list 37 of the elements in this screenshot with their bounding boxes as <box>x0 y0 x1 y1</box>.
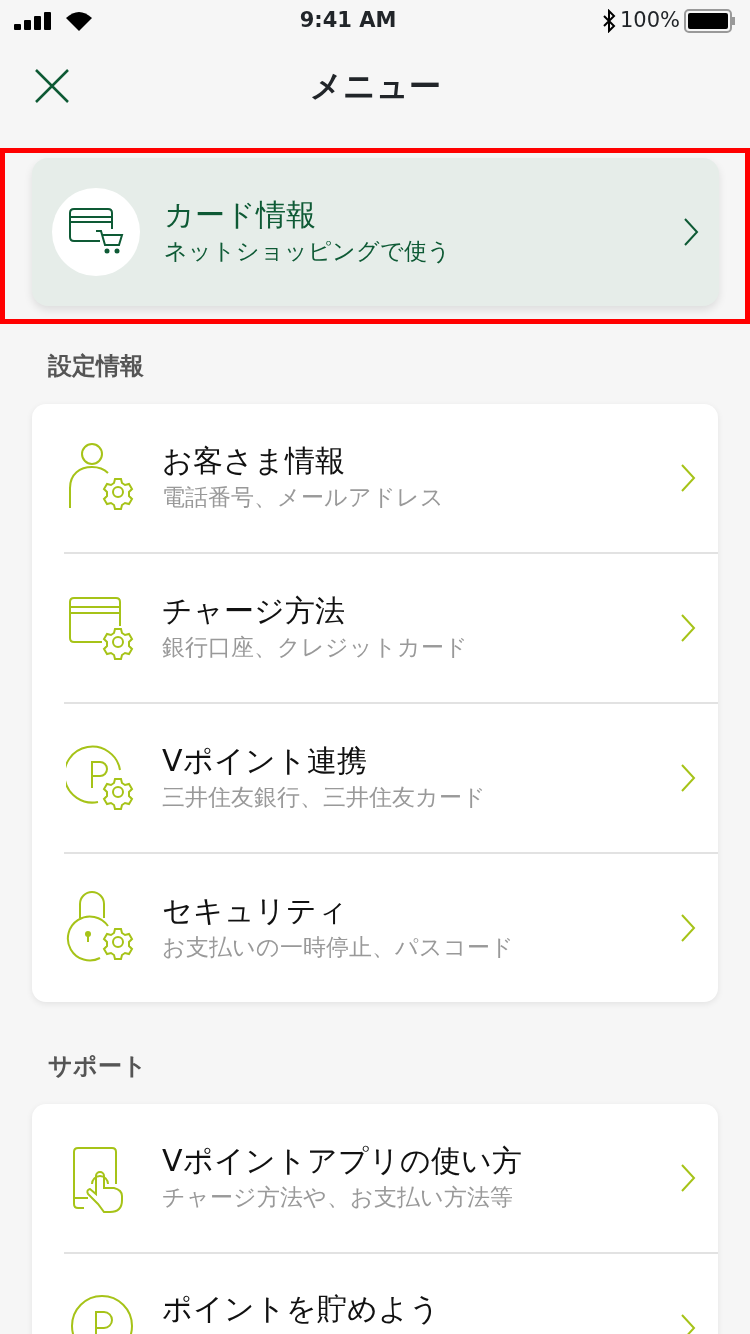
item-title: カード情報 <box>164 196 317 235</box>
chevron-right-icon <box>680 463 696 493</box>
item-subtitle: 銀行口座、クレジットカード <box>162 633 469 663</box>
item-subtitle: チャージ方法や、お支払い方法等 <box>162 1183 514 1213</box>
wifi-icon <box>64 10 94 32</box>
item-title: Vポイントアプリの使い方 <box>162 1142 523 1181</box>
close-button[interactable] <box>34 68 70 104</box>
chevron-right-icon <box>680 1163 696 1193</box>
menu-item[interactable]: セキュリティ お支払いの一時停止、パスコード <box>32 854 718 1002</box>
item-title: ポイントを貯めよう <box>162 1289 441 1328</box>
item-subtitle: 電話番号、メールアドレス <box>162 483 445 513</box>
item-title: お客さま情報 <box>162 442 346 481</box>
chevron-right-icon <box>680 763 696 793</box>
battery-percent: 100% <box>619 7 680 35</box>
menu-item[interactable]: チャージ方法 銀行口座、クレジットカード <box>32 554 718 702</box>
section-label: 設定情報 <box>48 351 145 382</box>
battery-icon <box>684 9 736 33</box>
menu-item[interactable]: Vポイント連携 三井住友銀行、三井住友カード <box>32 704 718 852</box>
page-title: メニュー <box>309 66 441 106</box>
item-title: チャージ方法 <box>162 592 346 631</box>
section-label: サポート <box>48 1051 148 1082</box>
bluetooth-icon <box>601 9 616 33</box>
item-title: セキュリティ <box>162 892 349 931</box>
chevron-right-icon <box>683 217 699 247</box>
item-subtitle: 三井住友銀行、三井住友カード <box>162 783 487 813</box>
chevron-right-icon <box>680 613 696 643</box>
item-subtitle: ネットショッピングで使う <box>164 237 452 267</box>
menu-item[interactable]: Vポイントアプリの使い方 チャージ方法や、お支払い方法等 <box>32 1104 718 1252</box>
item-title: Vポイント連携 <box>162 742 368 781</box>
menu-item[interactable]: お客さま情報 電話番号、メールアドレス <box>32 404 718 552</box>
chevron-right-icon <box>680 913 696 943</box>
clock-time: 9:41 AM <box>299 7 397 35</box>
close-icon <box>34 68 70 104</box>
menu-item[interactable]: ポイントを貯めよう <box>32 1254 718 1334</box>
item-subtitle: お支払いの一時停止、パスコード <box>162 933 515 963</box>
card-info-item[interactable]: カード情報 ネットショッピングで使う <box>32 158 719 306</box>
chevron-right-icon <box>680 1313 696 1334</box>
